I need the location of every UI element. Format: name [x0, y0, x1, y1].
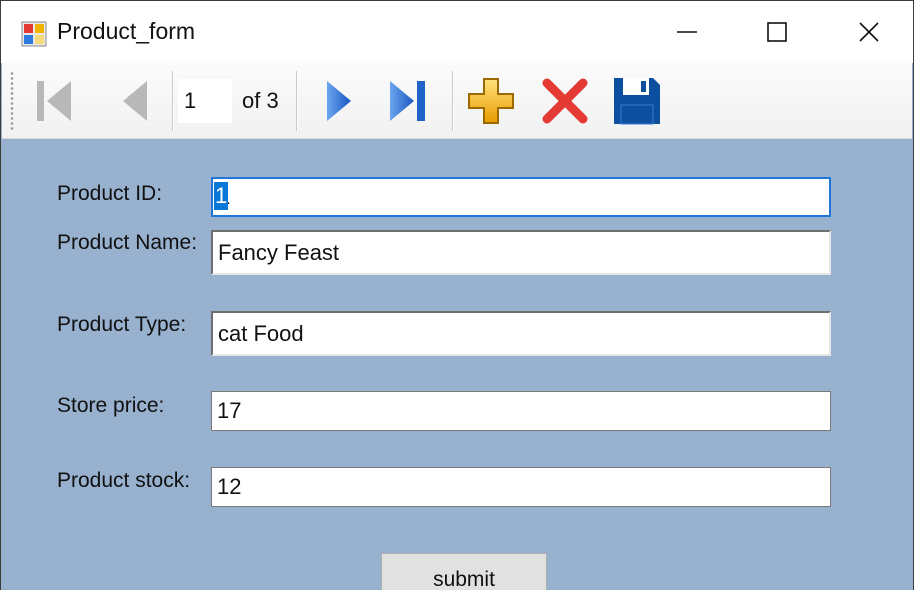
- product-name-input[interactable]: [211, 230, 831, 275]
- product-type-input[interactable]: [211, 311, 831, 356]
- product-id-selection: 1: [214, 182, 229, 210]
- record-count-label: of 3: [242, 88, 279, 113]
- store-price-label: Store price:: [57, 394, 165, 417]
- move-next-icon: [327, 81, 351, 121]
- toolbar-separator: [452, 71, 453, 131]
- store-price-input[interactable]: [211, 391, 831, 431]
- add-new-button[interactable]: [462, 71, 520, 131]
- move-previous-icon: [123, 81, 147, 121]
- toolbar-grip[interactable]: [10, 71, 14, 131]
- binding-navigator-toolbar: of 3: [2, 63, 912, 139]
- move-last-icon: [390, 81, 425, 121]
- add-new-icon: [468, 78, 514, 124]
- move-first-button[interactable]: [24, 71, 82, 131]
- save-icon: [614, 78, 660, 125]
- move-last-button[interactable]: [380, 71, 438, 131]
- move-first-icon: [37, 81, 71, 121]
- maximize-icon: [767, 22, 787, 42]
- window-title: Product_form: [57, 18, 196, 44]
- product-id-label: Product ID:: [57, 182, 163, 205]
- move-previous-button[interactable]: [100, 71, 158, 131]
- toolbar-separator: [296, 71, 297, 131]
- submit-button[interactable]: submit: [381, 553, 547, 590]
- position-input[interactable]: [178, 79, 232, 123]
- title-bar: Product_form: [1, 1, 913, 63]
- product-type-label: Product Type:: [57, 313, 187, 336]
- minimize-button[interactable]: [641, 1, 733, 63]
- product-form-window: Product_form 1 of 3 Product ID: 1 1 Prod…: [0, 0, 914, 590]
- move-next-button[interactable]: [306, 71, 364, 131]
- close-icon: [859, 22, 879, 42]
- toolbar-separator: [172, 71, 173, 131]
- delete-icon: [542, 78, 588, 124]
- product-stock-input[interactable]: [211, 467, 831, 507]
- product-stock-label: Product stock:: [57, 469, 191, 492]
- product-name-label: Product Name:: [57, 231, 198, 254]
- app-form-icon: [21, 21, 47, 47]
- close-button[interactable]: [823, 1, 913, 63]
- product-id-input[interactable]: [211, 177, 831, 217]
- delete-button[interactable]: [536, 71, 594, 131]
- save-button[interactable]: [608, 71, 666, 131]
- minimize-icon: [677, 31, 697, 33]
- maximize-button[interactable]: [731, 1, 823, 63]
